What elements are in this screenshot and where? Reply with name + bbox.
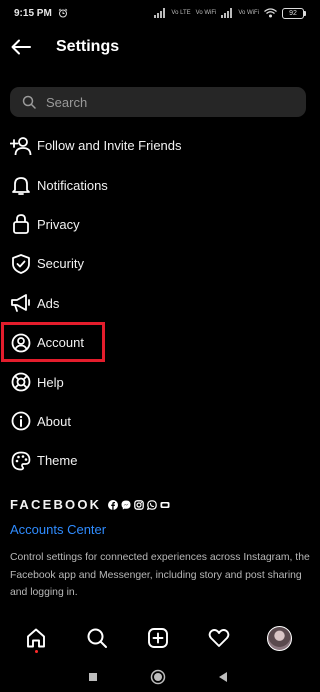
home-circle-icon bbox=[150, 669, 166, 685]
volte-label: Vo LTE bbox=[171, 10, 191, 16]
nav-profile-button[interactable] bbox=[262, 620, 298, 656]
bottom-nav bbox=[0, 617, 316, 659]
menu-item-account[interactable]: Account bbox=[0, 323, 316, 362]
menu-item-label: Account bbox=[37, 335, 84, 351]
home-icon bbox=[27, 628, 46, 648]
search-bar[interactable] bbox=[10, 87, 306, 117]
vowifi-label-2: Vo WiFi bbox=[238, 10, 259, 16]
nav-new-post-button[interactable] bbox=[140, 620, 176, 656]
menu-item-label: Notifications bbox=[37, 177, 108, 193]
add-person-icon bbox=[10, 135, 32, 157]
menu-item-label: Follow and Invite Friends bbox=[37, 138, 182, 154]
menu-item-label: Security bbox=[37, 256, 84, 272]
status-bar: 9:15 PM Vo LTE Vo WiFi Vo WiFi 92 bbox=[0, 0, 316, 26]
menu-item-label: About bbox=[37, 413, 71, 429]
menu-item-label: Help bbox=[37, 374, 64, 390]
menu-item-about[interactable]: About bbox=[0, 402, 316, 441]
battery-icon: 92 bbox=[282, 7, 306, 19]
facebook-wordmark: FACEBOOK bbox=[10, 497, 102, 512]
back-system-button[interactable] bbox=[211, 665, 235, 689]
menu-item-label: Ads bbox=[37, 295, 60, 311]
lifebuoy-icon bbox=[10, 371, 32, 393]
search-icon bbox=[87, 628, 108, 648]
facebook-icon bbox=[108, 499, 119, 510]
lock-icon bbox=[10, 213, 32, 235]
notification-dot bbox=[34, 650, 38, 653]
menu-item-help[interactable]: Help bbox=[0, 362, 316, 401]
back-arrow-icon bbox=[11, 39, 31, 55]
nav-home-button[interactable] bbox=[18, 620, 54, 656]
search-icon bbox=[22, 95, 36, 109]
wifi-icon bbox=[264, 8, 277, 18]
home-system-button[interactable] bbox=[146, 665, 170, 689]
instagram-icon bbox=[134, 499, 145, 510]
alarm-icon bbox=[58, 8, 68, 18]
menu-item-follow-invite[interactable]: Follow and Invite Friends bbox=[0, 126, 316, 165]
system-nav bbox=[0, 662, 316, 692]
messenger-icon bbox=[121, 500, 131, 509]
menu-item-notifications[interactable]: Notifications bbox=[0, 165, 316, 204]
new-post-icon bbox=[148, 628, 168, 648]
bell-icon bbox=[10, 174, 32, 196]
header: Settings bbox=[0, 30, 316, 64]
menu-item-label: Privacy bbox=[37, 216, 80, 232]
heart-icon bbox=[208, 629, 230, 647]
signal-icon bbox=[154, 8, 166, 18]
settings-menu: Follow and Invite Friends Notifications … bbox=[0, 126, 316, 481]
back-triangle-icon bbox=[219, 672, 228, 682]
shield-check-icon bbox=[10, 253, 32, 275]
search-input[interactable] bbox=[46, 94, 286, 110]
recents-button[interactable] bbox=[81, 665, 105, 689]
status-time: 9:15 PM bbox=[14, 7, 52, 19]
menu-item-theme[interactable]: Theme bbox=[0, 441, 316, 480]
menu-item-ads[interactable]: Ads bbox=[0, 284, 316, 323]
recents-square-icon bbox=[88, 673, 97, 681]
palette-icon bbox=[10, 450, 32, 472]
back-button[interactable] bbox=[10, 36, 32, 58]
nav-search-button[interactable] bbox=[79, 620, 115, 656]
signal-icon-2 bbox=[221, 8, 233, 18]
whatsapp-icon bbox=[147, 499, 158, 510]
accounts-center-description: Control settings for connected experienc… bbox=[10, 552, 310, 598]
menu-item-label: Theme bbox=[37, 453, 78, 469]
profile-circle-icon bbox=[10, 332, 32, 354]
page-title: Settings bbox=[56, 38, 120, 55]
accounts-center-link[interactable]: Accounts Center bbox=[10, 522, 106, 537]
profile-avatar bbox=[267, 625, 293, 651]
info-icon bbox=[10, 410, 32, 432]
menu-item-privacy[interactable]: Privacy bbox=[0, 205, 316, 244]
menu-item-security[interactable]: Security bbox=[0, 244, 316, 283]
megaphone-icon bbox=[10, 292, 32, 314]
nav-activity-button[interactable] bbox=[201, 620, 237, 656]
facebook-header: FACEBOOK bbox=[10, 497, 170, 512]
portal-icon bbox=[160, 501, 170, 508]
vowifi-label: Vo WiFi bbox=[195, 10, 217, 16]
